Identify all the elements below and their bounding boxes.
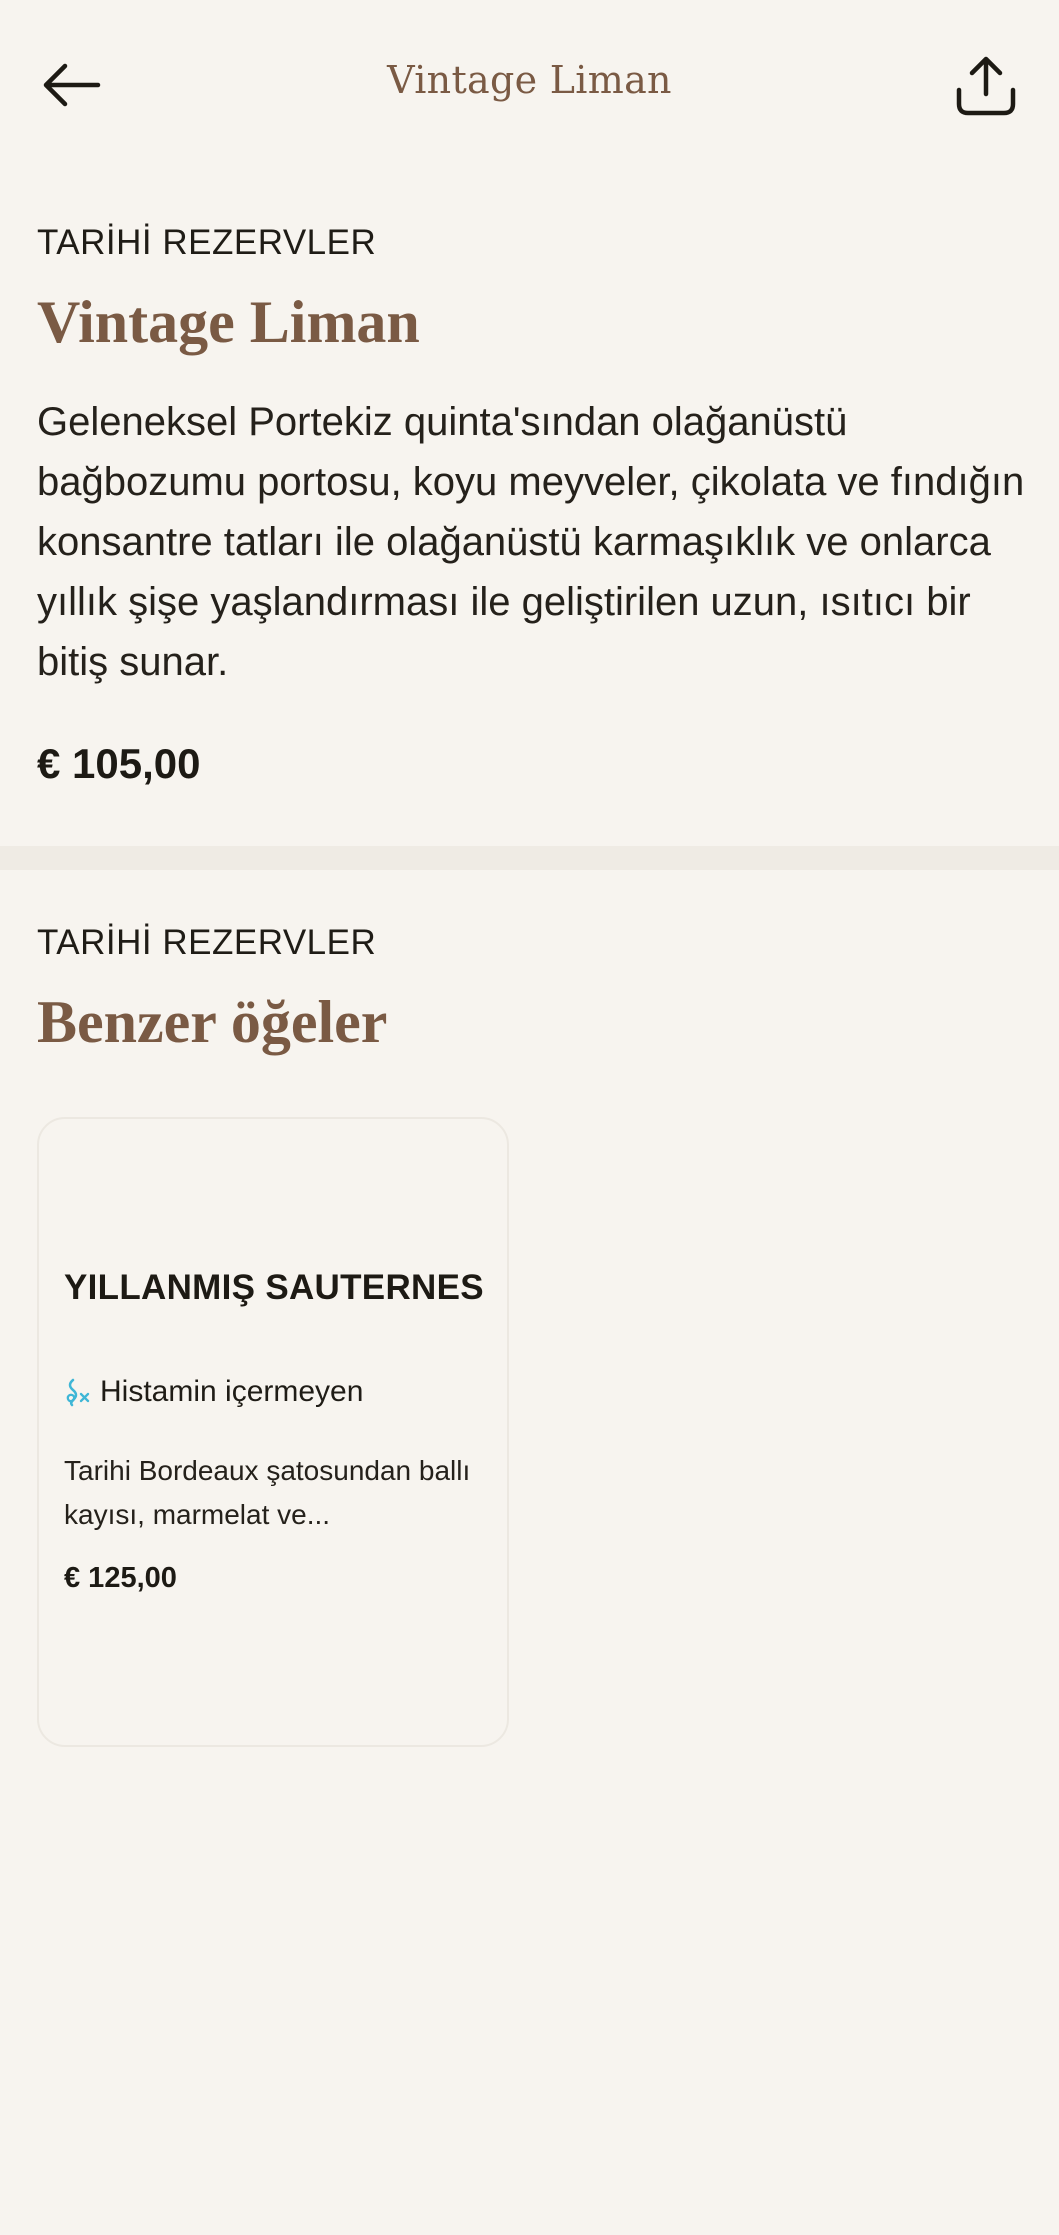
similar-items-section: TARİHİ REZERVLER Benzer öğeler YILLANMIŞ… <box>0 870 1059 2235</box>
histamine-free-icon <box>64 1377 90 1407</box>
product-description: Geleneksel Portekiz quinta'sından olağan… <box>37 400 1025 684</box>
section-divider <box>0 846 1059 870</box>
product-price: € 105,00 <box>37 740 201 787</box>
similar-item-name: YILLANMIŞ SAUTERNES <box>64 1268 484 1307</box>
similar-heading: Benzer öğeler <box>37 989 388 1055</box>
share-button[interactable] <box>950 50 1022 122</box>
similar-item-price: € 125,00 <box>64 1562 177 1594</box>
similar-category: TARİHİ REZERVLER <box>37 923 377 962</box>
similar-item-tag: Histamin içermeyen <box>64 1375 363 1409</box>
top-navigation-bar: Vintage Liman <box>0 0 1059 170</box>
share-icon <box>956 56 1016 116</box>
similar-item-description: Tarihi Bordeaux şatosundan ballı kayısı,… <box>64 1455 471 1530</box>
similar-item-tag-label: Histamin içermeyen <box>100 1375 364 1408</box>
product-detail-section: TARİHİ REZERVLER Vintage Liman Gelenekse… <box>0 170 1059 846</box>
page-title: Vintage Liman <box>387 58 672 102</box>
product-name: Vintage Liman <box>37 289 420 355</box>
product-category: TARİHİ REZERVLER <box>37 223 377 262</box>
similar-item-card[interactable]: YILLANMIŞ SAUTERNES Histamin içermeyen T… <box>37 1117 509 1747</box>
